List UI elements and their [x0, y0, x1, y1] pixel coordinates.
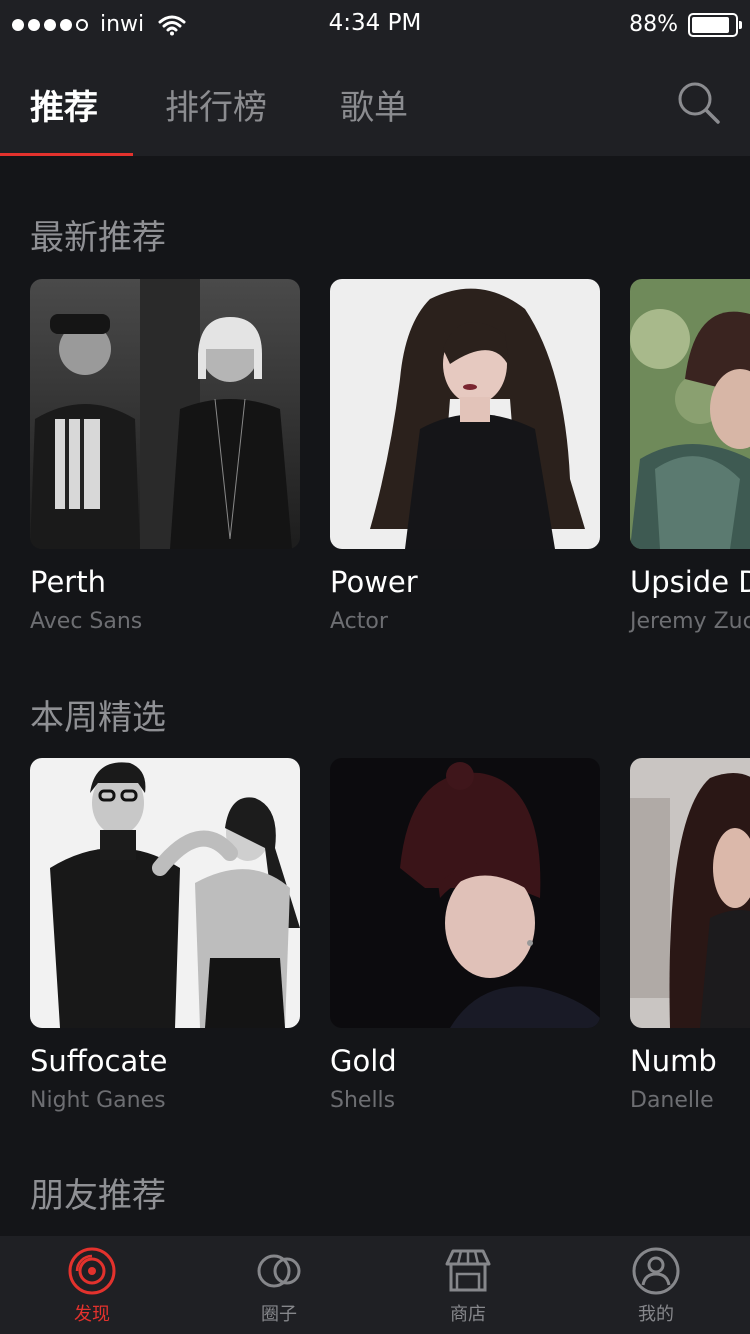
- song-artist: Actor: [330, 609, 388, 634]
- tab-playlists[interactable]: 歌单: [340, 80, 408, 129]
- album-cover[interactable]: [30, 758, 300, 1028]
- tabbar-label: 发现: [74, 1304, 110, 1325]
- search-icon[interactable]: [676, 80, 722, 126]
- disc-icon: [68, 1247, 116, 1295]
- song-title: Upside Down: [630, 565, 750, 599]
- cover-art-perth: [30, 279, 300, 549]
- cover-art-numb: [630, 758, 750, 1028]
- cover-art-upside-down: [630, 279, 750, 549]
- active-tab-indicator: [0, 153, 133, 156]
- album-cover[interactable]: [630, 279, 750, 549]
- section-title-latest: 最新推荐: [30, 218, 166, 258]
- song-card[interactable]: Perth Avec Sans: [30, 279, 300, 634]
- song-title: Gold: [330, 1044, 397, 1078]
- tabbar-label: 圈子: [261, 1304, 297, 1325]
- bottom-tab-bar: 发现 圈子 商店 我的: [0, 1236, 750, 1334]
- cover-art-power: [330, 279, 600, 549]
- song-artist: Jeremy Zucker: [630, 609, 750, 634]
- song-title: Numb: [630, 1044, 717, 1078]
- weekly-row: Suffocate Night Ganes Gold Shells Numb D…: [0, 758, 750, 1138]
- tabbar-discover[interactable]: 发现: [32, 1246, 152, 1326]
- song-artist: Night Ganes: [30, 1088, 166, 1113]
- status-bar: inwi 4:34 PM 88%: [0, 0, 750, 52]
- status-right: 88%: [629, 12, 742, 37]
- battery-percent: 88%: [629, 12, 678, 37]
- tabbar-label: 我的: [638, 1304, 674, 1325]
- song-title: Power: [330, 565, 418, 599]
- cover-art-gold: [330, 758, 600, 1028]
- album-cover[interactable]: [330, 758, 600, 1028]
- tabbar-store[interactable]: 商店: [408, 1246, 528, 1326]
- album-cover[interactable]: [630, 758, 750, 1028]
- song-artist: Avec Sans: [30, 609, 143, 634]
- top-nav: 推荐 排行榜 歌单: [0, 52, 750, 156]
- song-title: Suffocate: [30, 1044, 168, 1078]
- song-artist: Danelle: [630, 1088, 714, 1113]
- song-card[interactable]: Gold Shells: [330, 758, 600, 1113]
- battery-icon: [688, 12, 742, 37]
- song-card[interactable]: Numb Danelle: [630, 758, 750, 1113]
- battery-fill: [692, 16, 729, 33]
- song-card[interactable]: Suffocate Night Ganes: [30, 758, 300, 1113]
- album-cover[interactable]: [330, 279, 600, 549]
- tabbar-profile[interactable]: 我的: [596, 1246, 716, 1326]
- section-title-friends: 朋友推荐: [30, 1176, 166, 1216]
- user-icon: [632, 1247, 680, 1295]
- tab-recommend[interactable]: 推荐: [30, 80, 98, 129]
- song-title: Perth: [30, 565, 106, 599]
- store-icon: [445, 1249, 491, 1292]
- song-artist: Shells: [330, 1088, 396, 1113]
- tabbar-circle[interactable]: 圈子: [219, 1246, 339, 1326]
- cover-art-suffocate: [30, 758, 300, 1028]
- song-card[interactable]: Upside Down Jeremy Zucker: [630, 279, 750, 634]
- latest-row: Perth Avec Sans Power Actor Upside D Jer…: [0, 279, 750, 659]
- section-title-weekly: 本周精选: [30, 698, 166, 738]
- tab-charts[interactable]: 排行榜: [165, 80, 267, 129]
- album-cover[interactable]: [30, 279, 300, 549]
- circles-icon: [257, 1254, 301, 1288]
- song-card[interactable]: Power Actor: [330, 279, 600, 634]
- tabbar-label: 商店: [450, 1304, 486, 1325]
